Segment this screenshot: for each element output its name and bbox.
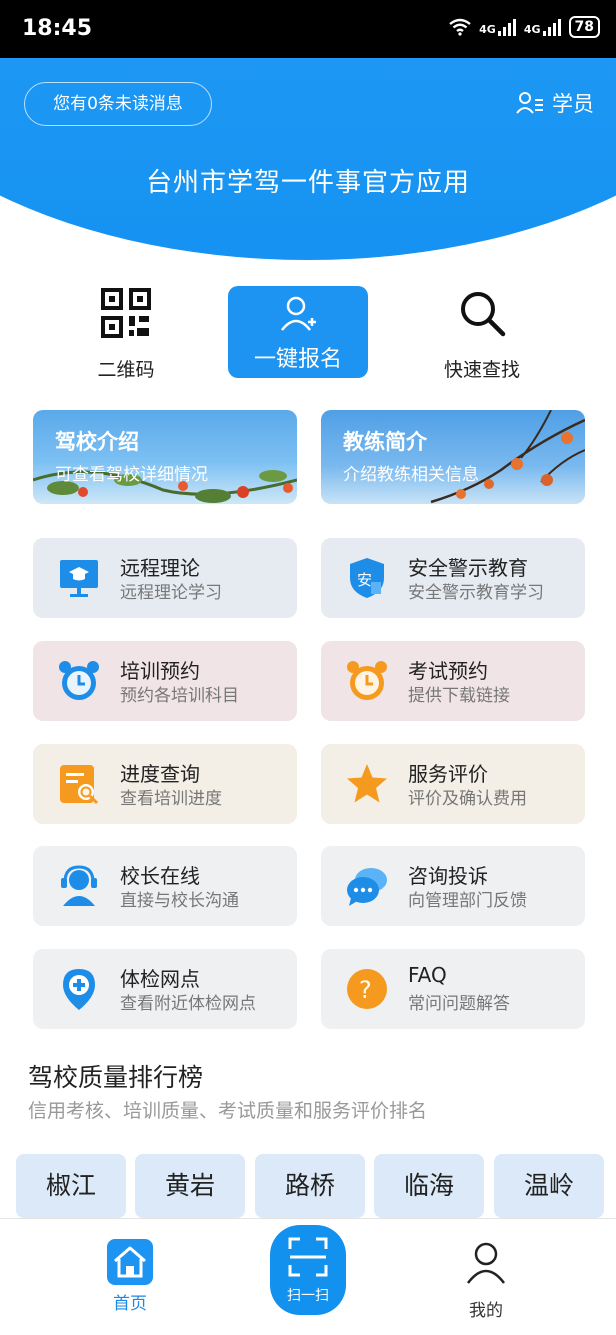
qrcode-icon [101,288,151,338]
service-remote-theory[interactable]: 远程理论 远程理论学习 [33,538,297,618]
service-medical-check[interactable]: 体检网点 查看附近体检网点 [33,949,297,1029]
status-icons: 4G 4G 78 [449,16,600,38]
headset-icon [61,865,97,906]
signup-label: 一键报名 [253,347,342,372]
unread-messages-button[interactable]: 您有0条未读消息 [24,82,212,126]
scan-label: 扫一扫 [287,1288,329,1304]
service-consult-complaint[interactable]: 咨询投诉 向管理部门反馈 [321,846,585,926]
service-title: 考试预约 [408,659,488,683]
service-subtitle: 查看附近体检网点 [120,994,256,1014]
persimmon-branch-image [430,410,585,504]
qrcode-label: 二维码 [97,359,155,381]
service-title: 进度查询 [120,762,200,786]
alarm-clock-blue-icon [59,661,99,700]
ranking-subtitle: 信用考核、培训质量、考试质量和服务评价排名 [28,1100,428,1122]
service-progress-query[interactable]: 进度查询 查看培训进度 [33,744,297,824]
service-title: 培训预约 [120,659,200,683]
service-evaluation[interactable]: 服务评价 评价及确认费用 [321,744,585,824]
add-user-icon [281,296,316,331]
service-subtitle: 直接与校长沟通 [120,891,239,911]
service-subtitle: 查看培训进度 [120,789,222,809]
service-subtitle: 向管理部门反馈 [408,891,527,911]
service-subtitle: 评价及确认费用 [408,789,527,809]
role-switch-button[interactable]: 学员 [516,88,594,118]
wifi-icon [449,18,471,36]
nav-profile-label: 我的 [469,1301,503,1321]
banner-subtitle: 介绍教练相关信息 [343,465,479,485]
signal-icon: 4G [479,18,516,36]
qrcode-button[interactable]: 二维码 [88,288,164,382]
chat-bubbles-icon [347,868,387,906]
service-safety-education[interactable]: 安 安全警示教育 安全警示教育学习 [321,538,585,618]
quick-actions: 二维码 一键报名 快速查找 [0,284,616,384]
search-icon [461,292,506,337]
coach-intro-banner[interactable]: 教练简介 介绍教练相关信息 [321,410,585,504]
search-label: 快速查找 [443,359,520,381]
service-principal-online[interactable]: 校长在线 直接与校长沟通 [33,846,297,926]
service-title: 服务评价 [408,762,488,786]
question-icon: ? [347,969,387,1009]
service-subtitle: 常问问题解答 [408,994,510,1014]
signal-icon-2: 4G [524,18,561,36]
service-training-booking[interactable]: 培训预约 预约各培训科目 [33,641,297,721]
city-tabs: 椒江 黄岩 路桥 临海 温岭 [16,1154,616,1218]
app-title: 台州市学驾一件事官方应用 [145,168,470,198]
training-screen-icon [60,560,98,597]
status-bar: 18:45 4G 4G 78 [0,0,616,58]
driving-school-intro-banner[interactable]: 驾校介绍 可查看驾校详细情况 [33,410,297,504]
city-tab-luqiao[interactable]: 路桥 [255,1154,365,1218]
city-tab-jiaojiang[interactable]: 椒江 [16,1154,126,1218]
quick-search-button[interactable]: 快速查找 [432,288,532,382]
quick-signup-button[interactable]: 一键报名 [228,286,368,378]
star-icon [347,764,387,803]
banner-title: 驾校介绍 [55,430,139,454]
profile-icon [467,1242,505,1284]
service-title: 校长在线 [120,864,200,888]
ranking-title: 驾校质量排行榜 [28,1063,204,1092]
home-icon [107,1239,153,1285]
service-subtitle: 安全警示教育学习 [408,583,544,603]
city-tab-wenling[interactable]: 温岭 [494,1154,604,1218]
service-subtitle: 远程理论学习 [120,583,222,603]
bottom-navigation: 首页 扫一扫 我的 [0,1218,616,1335]
nav-home[interactable]: 首页 [100,1239,160,1314]
user-list-icon [516,92,543,114]
service-subtitle: 预约各培训科目 [120,686,239,706]
flower-branch-image [33,470,297,503]
service-title: 安全警示教育 [408,556,528,580]
header: 您有0条未读消息 学员 台州市学驾一件事官方应用 [0,58,616,262]
banner-title: 教练简介 [343,430,427,454]
service-title: 体检网点 [120,967,200,991]
alarm-clock-orange-icon [347,661,387,700]
nav-profile[interactable]: 我的 [456,1241,516,1321]
battery-icon: 78 [568,16,600,38]
svg-text:安: 安 [357,571,372,589]
role-label: 学员 [552,92,594,116]
nav-home-label: 首页 [113,1294,147,1314]
status-time: 18:45 [22,16,93,41]
service-title: 远程理论 [120,556,200,580]
scan-icon [288,1237,328,1277]
svg-text:?: ? [359,976,372,1004]
scan-button[interactable]: 扫一扫 [270,1225,346,1315]
city-tab-huangyan[interactable]: 黄岩 [135,1154,245,1218]
service-title: FAQ [408,963,447,987]
service-faq[interactable]: ? FAQ 常问问题解答 [321,949,585,1029]
progress-search-icon [60,765,99,805]
safety-shield-icon: 安 [350,558,384,598]
service-exam-booking[interactable]: 考试预约 提供下载链接 [321,641,585,721]
medical-location-icon [63,969,95,1010]
service-title: 咨询投诉 [408,864,488,888]
banner-subtitle: 可查看驾校详细情况 [55,465,208,485]
service-subtitle: 提供下载链接 [408,686,510,706]
city-tab-linhai[interactable]: 临海 [374,1154,484,1218]
